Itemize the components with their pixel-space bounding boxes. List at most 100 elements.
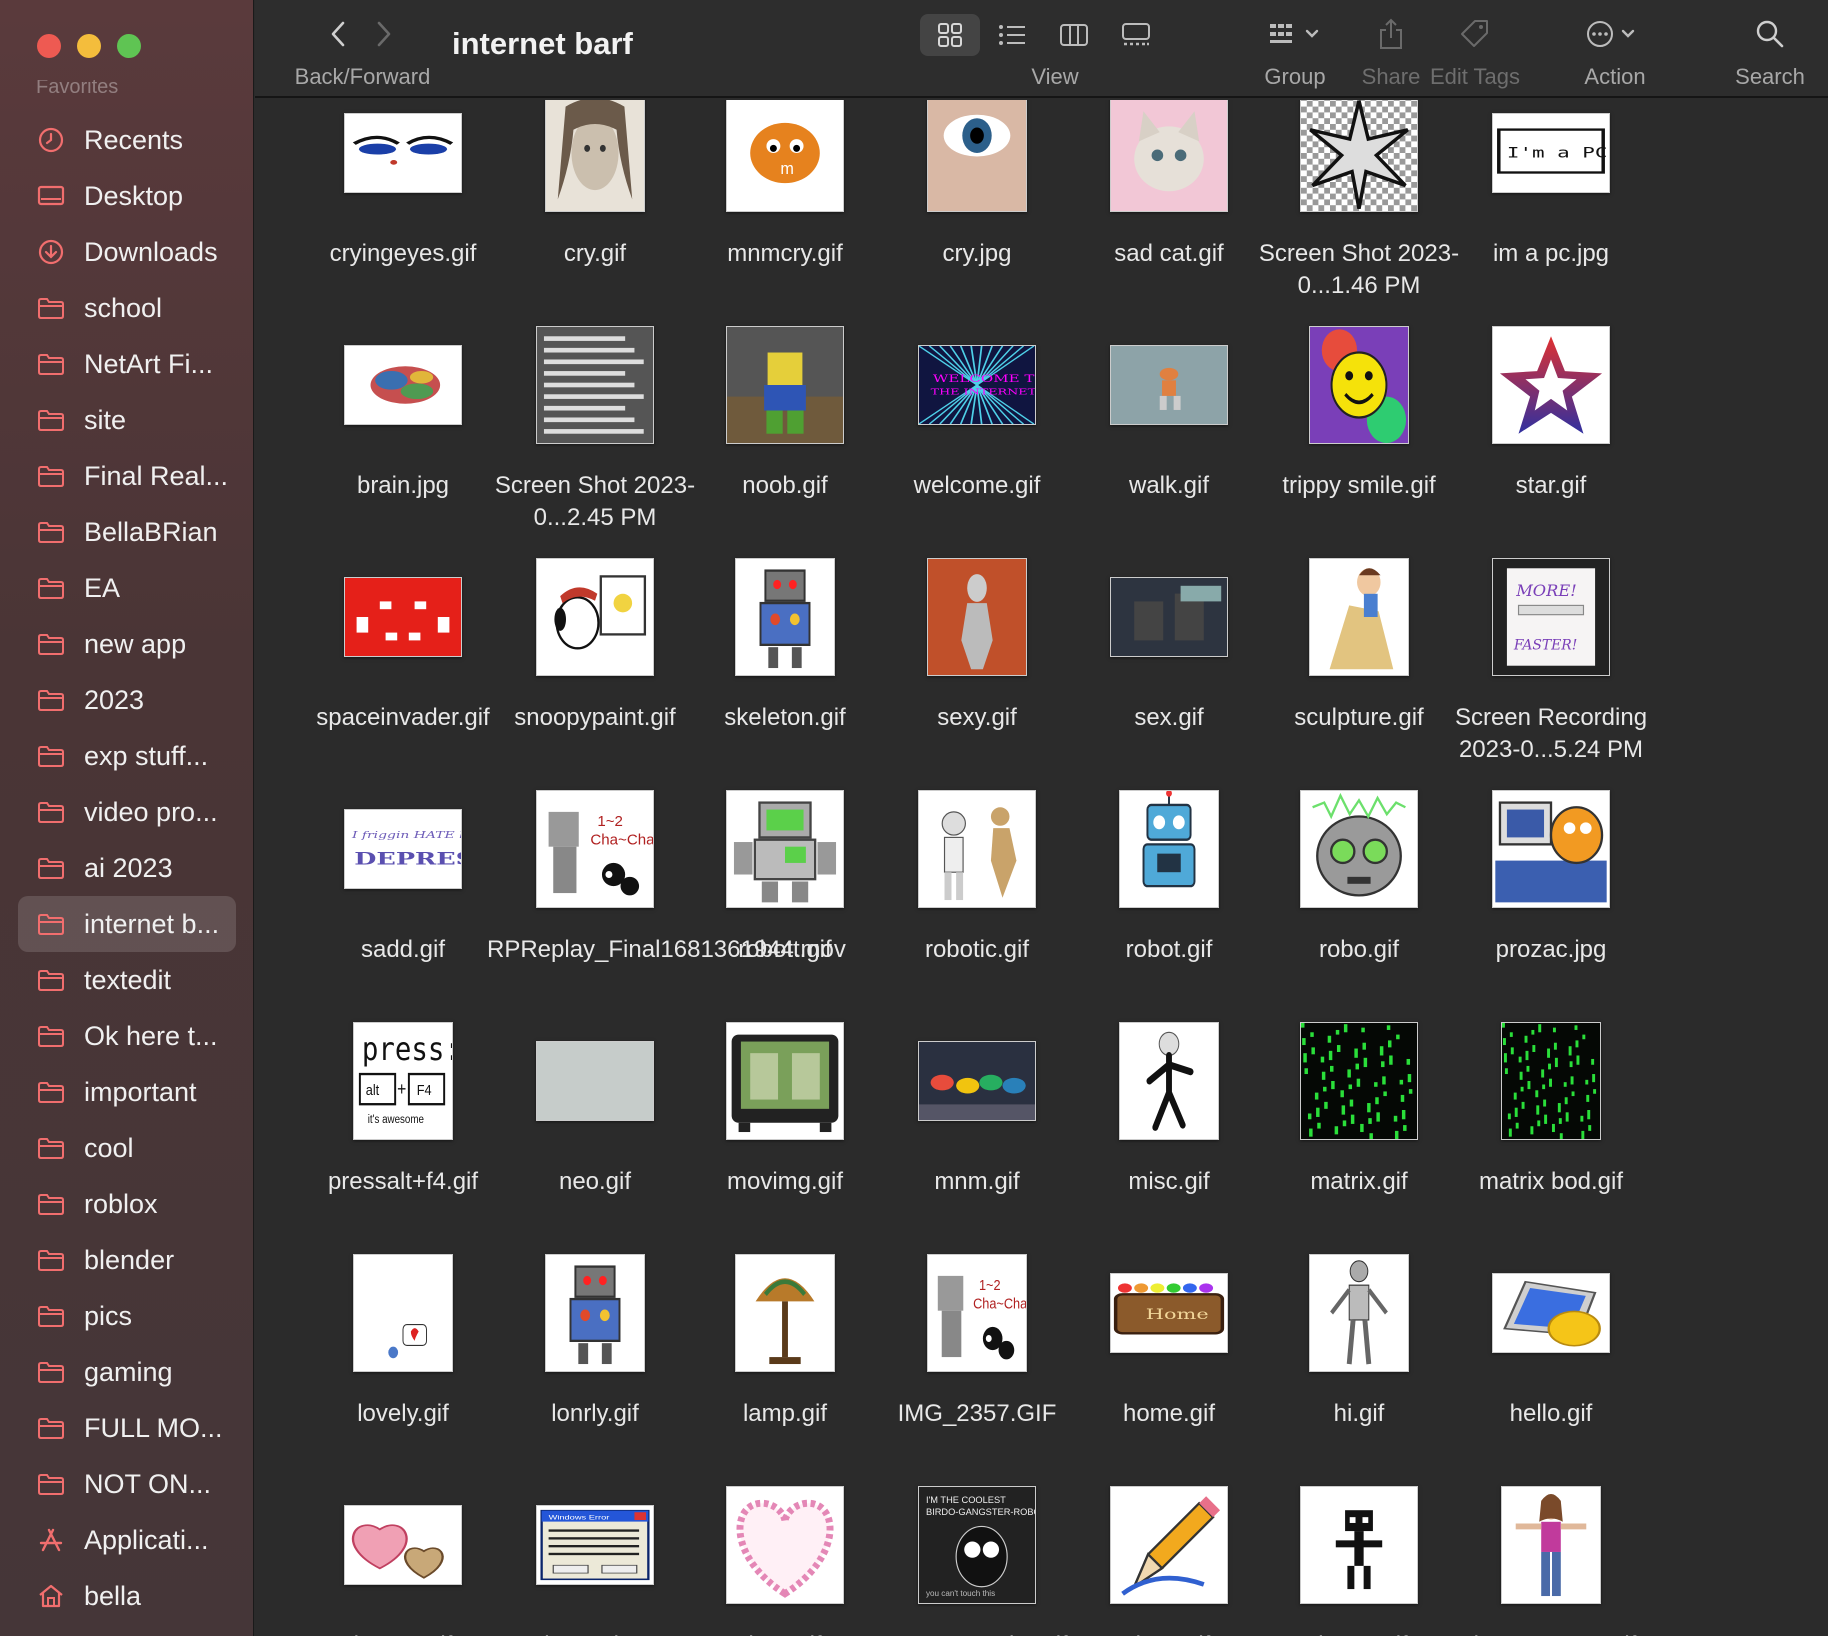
file-thumbnail[interactable]: Home	[1110, 1273, 1228, 1353]
file-thumbnail[interactable]: I'm a PC	[1492, 113, 1610, 193]
file-thumbnail[interactable]	[344, 345, 462, 425]
file-thumbnail[interactable]	[536, 1041, 654, 1121]
minimize-button[interactable]	[77, 34, 101, 58]
file-item[interactable]: robotic.gif	[865, 784, 1089, 966]
file-item[interactable]: matrix.gif	[1247, 1016, 1471, 1198]
action-button[interactable]	[1580, 14, 1650, 54]
file-thumbnail[interactable]	[1309, 558, 1409, 676]
file-thumbnail[interactable]	[1119, 1022, 1219, 1140]
file-item[interactable]: I'M THE COOLEST BIRDO-GANGSTER-ROBOT you c…	[865, 1480, 1089, 1636]
file-item[interactable]: hearts.gif	[291, 1480, 515, 1636]
file-item[interactable]: lovely.gif	[291, 1248, 515, 1430]
file-thumbnail[interactable]	[1300, 790, 1418, 908]
file-thumbnail[interactable]	[344, 1505, 462, 1585]
file-item[interactable]: spaceinvader.gif	[291, 552, 515, 734]
sidebar-item[interactable]: video pro...	[18, 784, 236, 840]
list-view-button[interactable]	[982, 14, 1042, 56]
file-item[interactable]: hi.gif	[1247, 1248, 1471, 1430]
sidebar-item[interactable]: Ok here t...	[18, 1008, 236, 1064]
file-thumbnail[interactable]: press: alt + F4 it's awesome	[353, 1022, 453, 1140]
file-thumbnail[interactable]	[918, 790, 1036, 908]
file-item[interactable]: mnm.gif	[865, 1016, 1089, 1198]
sidebar-item[interactable]: important	[18, 1064, 236, 1120]
file-thumbnail[interactable]	[1492, 1273, 1610, 1353]
file-thumbnail[interactable]	[1119, 790, 1219, 908]
file-item[interactable]: press: alt + F4 it's awesome pressalt+f4.gif	[291, 1016, 515, 1198]
sidebar-item[interactable]: EA	[18, 560, 236, 616]
file-item[interactable]: hello.gif	[1439, 1248, 1663, 1430]
file-thumbnail[interactable]	[344, 113, 462, 193]
file-item[interactable]: dance queen.gif	[1439, 1480, 1663, 1636]
sidebar-item[interactable]: 2023	[18, 672, 236, 728]
file-item[interactable]: matrix bod.gif	[1439, 1016, 1663, 1198]
sidebar-item[interactable]: internet b...	[18, 896, 236, 952]
file-thumbnail[interactable]	[1110, 1486, 1228, 1604]
file-item[interactable]: I'm a PC im a pc.jpg	[1439, 100, 1663, 270]
file-thumbnail[interactable]	[344, 577, 462, 657]
group-button[interactable]	[1255, 14, 1335, 54]
file-item[interactable]: WELCOME TOTHE INTERNET welcome.gif	[865, 320, 1089, 502]
file-thumbnail[interactable]: 1~2 Cha~Cha	[536, 790, 654, 908]
file-thumbnail[interactable]	[1501, 1022, 1601, 1140]
file-thumbnail[interactable]	[1300, 1022, 1418, 1140]
sidebar-item[interactable]: gaming	[18, 1344, 236, 1400]
sidebar-item[interactable]: BellaBRian	[18, 504, 236, 560]
file-thumbnail[interactable]	[735, 558, 835, 676]
back-button[interactable]	[321, 16, 355, 52]
file-item[interactable]: trippy smile.gif	[1247, 320, 1471, 502]
zoom-button[interactable]	[117, 34, 141, 58]
sidebar-item[interactable]: exp stuff...	[18, 728, 236, 784]
sidebar-item[interactable]: Downloads	[18, 224, 236, 280]
file-thumbnail[interactable]	[1300, 1486, 1418, 1604]
file-thumbnail[interactable]	[1309, 326, 1409, 444]
file-item[interactable]: noob.gif	[673, 320, 897, 502]
file-item[interactable]: star.gif	[1439, 320, 1663, 502]
close-button[interactable]	[37, 34, 61, 58]
file-item[interactable]: sculpture.gif	[1247, 552, 1471, 734]
file-thumbnail[interactable]	[1492, 326, 1610, 444]
file-item[interactable]: hart.gif	[673, 1480, 897, 1636]
file-item[interactable]: cry.jpg	[865, 100, 1089, 270]
file-thumbnail[interactable]	[1309, 1254, 1409, 1372]
file-thumbnail[interactable]	[545, 1254, 645, 1372]
file-item[interactable]: m mnmcry.gif	[673, 100, 897, 270]
file-thumbnail[interactable]	[918, 1041, 1036, 1121]
sidebar-item[interactable]: Final Real...	[18, 448, 236, 504]
file-thumbnail[interactable]	[726, 326, 844, 444]
sidebar-item[interactable]: site	[18, 392, 236, 448]
sidebar-item[interactable]: textedit	[18, 952, 236, 1008]
sidebar-item[interactable]: cool	[18, 1120, 236, 1176]
sidebar-item[interactable]: school	[18, 280, 236, 336]
file-thumbnail[interactable]: m	[726, 100, 844, 212]
file-thumbnail[interactable]	[536, 326, 654, 444]
file-thumbnail[interactable]	[536, 558, 654, 676]
sidebar-item[interactable]: Desktop	[18, 168, 236, 224]
file-thumbnail[interactable]	[726, 1486, 844, 1604]
file-thumbnail[interactable]	[1110, 577, 1228, 657]
file-thumbnail[interactable]: WELCOME TOTHE INTERNET	[918, 345, 1036, 425]
file-thumbnail[interactable]	[726, 1022, 844, 1140]
sidebar-item[interactable]: NetArt Fi...	[18, 336, 236, 392]
sidebar-item[interactable]: blender	[18, 1232, 236, 1288]
file-item[interactable]: MORE! FASTER! Screen Recording 2023-0...5.…	[1439, 552, 1663, 766]
gallery-view-button[interactable]	[1106, 14, 1166, 56]
sidebar-item[interactable]: pics	[18, 1288, 236, 1344]
file-thumbnail[interactable]	[927, 100, 1027, 212]
column-view-button[interactable]	[1044, 14, 1104, 56]
file-thumbnail[interactable]	[1492, 790, 1610, 908]
file-item[interactable]: Screen Shot 2023-0...1.46 PM	[1247, 100, 1471, 302]
sidebar-item[interactable]: NOT ON...	[18, 1456, 236, 1512]
file-item[interactable]: robo.gif	[1247, 784, 1471, 966]
file-thumbnail[interactable]	[1110, 100, 1228, 212]
search-button[interactable]	[1750, 14, 1790, 54]
file-thumbnail[interactable]	[1110, 345, 1228, 425]
icon-view-button[interactable]	[920, 14, 980, 56]
file-thumbnail[interactable]	[545, 100, 645, 212]
sidebar-item[interactable]: FULL MO...	[18, 1400, 236, 1456]
file-item[interactable]: lamp.gif	[673, 1248, 897, 1430]
sidebar-item[interactable]: new app	[18, 616, 236, 672]
sidebar-item[interactable]: Recents	[18, 112, 236, 168]
file-thumbnail[interactable]: MORE! FASTER!	[1492, 558, 1610, 676]
file-item[interactable]: robott.gif	[673, 784, 897, 966]
forward-button[interactable]	[367, 16, 401, 52]
